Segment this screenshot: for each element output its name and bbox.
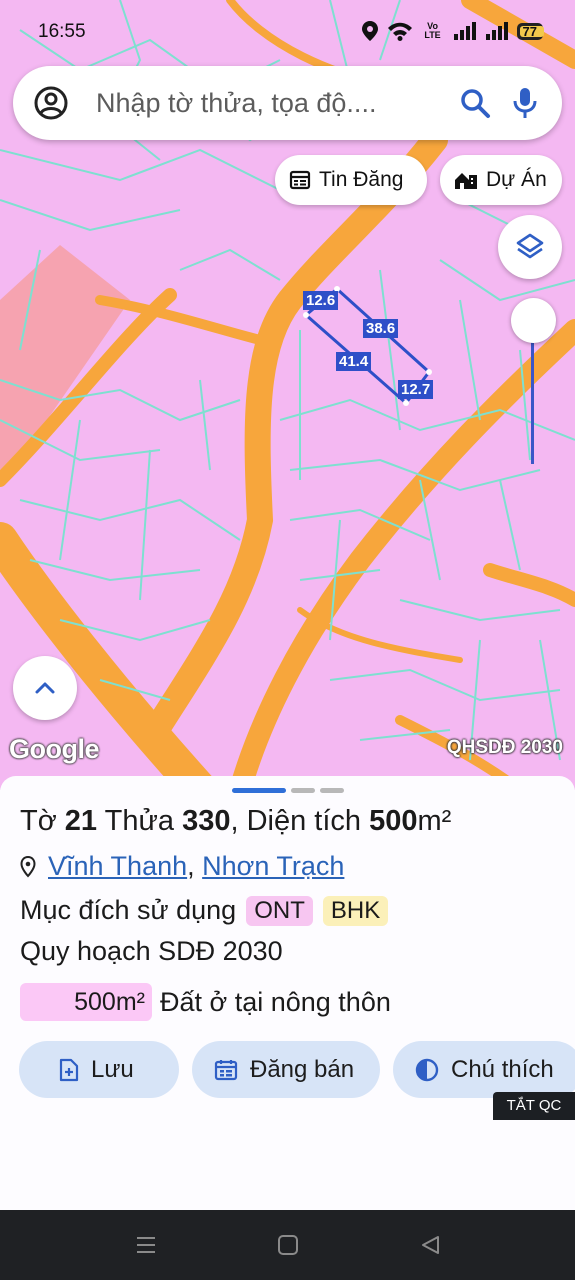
sheet-number: 21 [64, 805, 98, 837]
parcel-number: 330 [182, 805, 231, 837]
post-sale-label: Đăng bán [250, 1055, 355, 1083]
search-icon[interactable] [458, 86, 492, 120]
sheet-handle[interactable] [232, 788, 344, 793]
layers-button[interactable] [498, 215, 562, 279]
plan-area-row: 500m² Đất ở tại nông thôn [20, 983, 391, 1021]
contrast-icon [415, 1058, 439, 1081]
sheet-page-indicator [232, 788, 286, 793]
account-icon[interactable] [33, 85, 69, 121]
purpose-label: Mục đích sử dụng [20, 895, 237, 925]
edge-label: 38.6 [363, 319, 399, 338]
ward-link[interactable]: Vĩnh Thanh [48, 851, 187, 881]
back-icon[interactable] [419, 1234, 441, 1256]
area-label: , Diện tích [230, 805, 362, 837]
plan-area-value: 500m² [20, 983, 152, 1021]
location-pin-icon [20, 855, 36, 877]
search-bar[interactable] [13, 66, 562, 140]
buildings-icon [455, 173, 477, 189]
area-unit: m² [417, 805, 452, 837]
turn-off-ads-button[interactable]: TẮT QC [493, 1092, 575, 1120]
listings-icon [289, 170, 311, 190]
edge-label: 41.4 [336, 352, 372, 371]
parcel-label: Thửa [104, 805, 174, 837]
microphone-icon[interactable] [512, 86, 538, 120]
listings-chip[interactable]: Tin Đăng [275, 155, 427, 205]
add-document-icon [59, 1058, 79, 1081]
listings-label: Tin Đăng [319, 168, 404, 191]
save-button[interactable]: Lưu [19, 1041, 179, 1098]
post-sale-button[interactable]: Đăng bán [192, 1041, 380, 1098]
signal-icon [485, 22, 508, 40]
district-link[interactable]: Nhơn Trạch [202, 851, 344, 881]
map-layer-label: QHSDĐ 2030 [446, 737, 563, 758]
action-buttons: Lưu Đăng bán Chú thích [19, 1041, 575, 1098]
status-icons: Vo LTE 77 [361, 20, 545, 42]
projects-chip[interactable]: Dự Án [440, 155, 562, 205]
edge-label: 12.7 [398, 380, 434, 399]
title-prefix: Tờ [20, 805, 57, 837]
edge-label: 12.6 [303, 291, 339, 310]
chevron-up-icon [35, 682, 55, 694]
layers-icon [516, 233, 544, 259]
battery-indicator: 77 [516, 22, 545, 40]
home-icon[interactable] [277, 1234, 299, 1256]
legend-label: Chú thích [451, 1055, 554, 1083]
sheet-page-indicator [320, 788, 344, 793]
legend-button[interactable]: Chú thích [393, 1041, 575, 1098]
sheet-page-indicator [291, 788, 315, 793]
land-purpose-row: Mục đích sử dụng ONT BHK [20, 895, 389, 926]
location-icon [361, 21, 378, 41]
projects-label: Dự Án [486, 168, 547, 191]
save-label: Lưu [91, 1055, 134, 1083]
purpose-tag: ONT [246, 895, 313, 926]
parcel-location: Vĩnh Thanh, Nhơn Trạch [20, 851, 344, 882]
wifi-icon [387, 22, 412, 41]
network-label: Vo LTE [424, 21, 441, 40]
plan-label: Quy hoạch SDĐ 2030 [20, 936, 283, 966]
google-logo: Google [9, 734, 100, 764]
battery-level: 77 [522, 23, 537, 39]
status-time: 16:55 [38, 21, 86, 42]
calendar-icon [214, 1059, 238, 1080]
zoom-slider-handle[interactable] [511, 298, 556, 343]
parcel-title: Tờ 21 Thửa 330, Diện tích 500m² [20, 805, 451, 838]
search-input[interactable] [96, 87, 458, 119]
status-bar: 16:55 Vo LTE 77 [0, 0, 575, 62]
parcel-info-sheet: Tờ 21 Thửa 330, Diện tích 500m² Vĩnh Tha… [0, 776, 575, 1210]
system-nav-bar [0, 1210, 575, 1280]
signal-icon [453, 22, 476, 40]
plan-area-description: Đất ở tại nông thôn [160, 986, 391, 1017]
expand-button[interactable] [13, 656, 77, 720]
purpose-tag: BHK [322, 895, 389, 926]
recent-apps-icon[interactable] [135, 1235, 157, 1255]
area-value: 500 [369, 805, 418, 837]
